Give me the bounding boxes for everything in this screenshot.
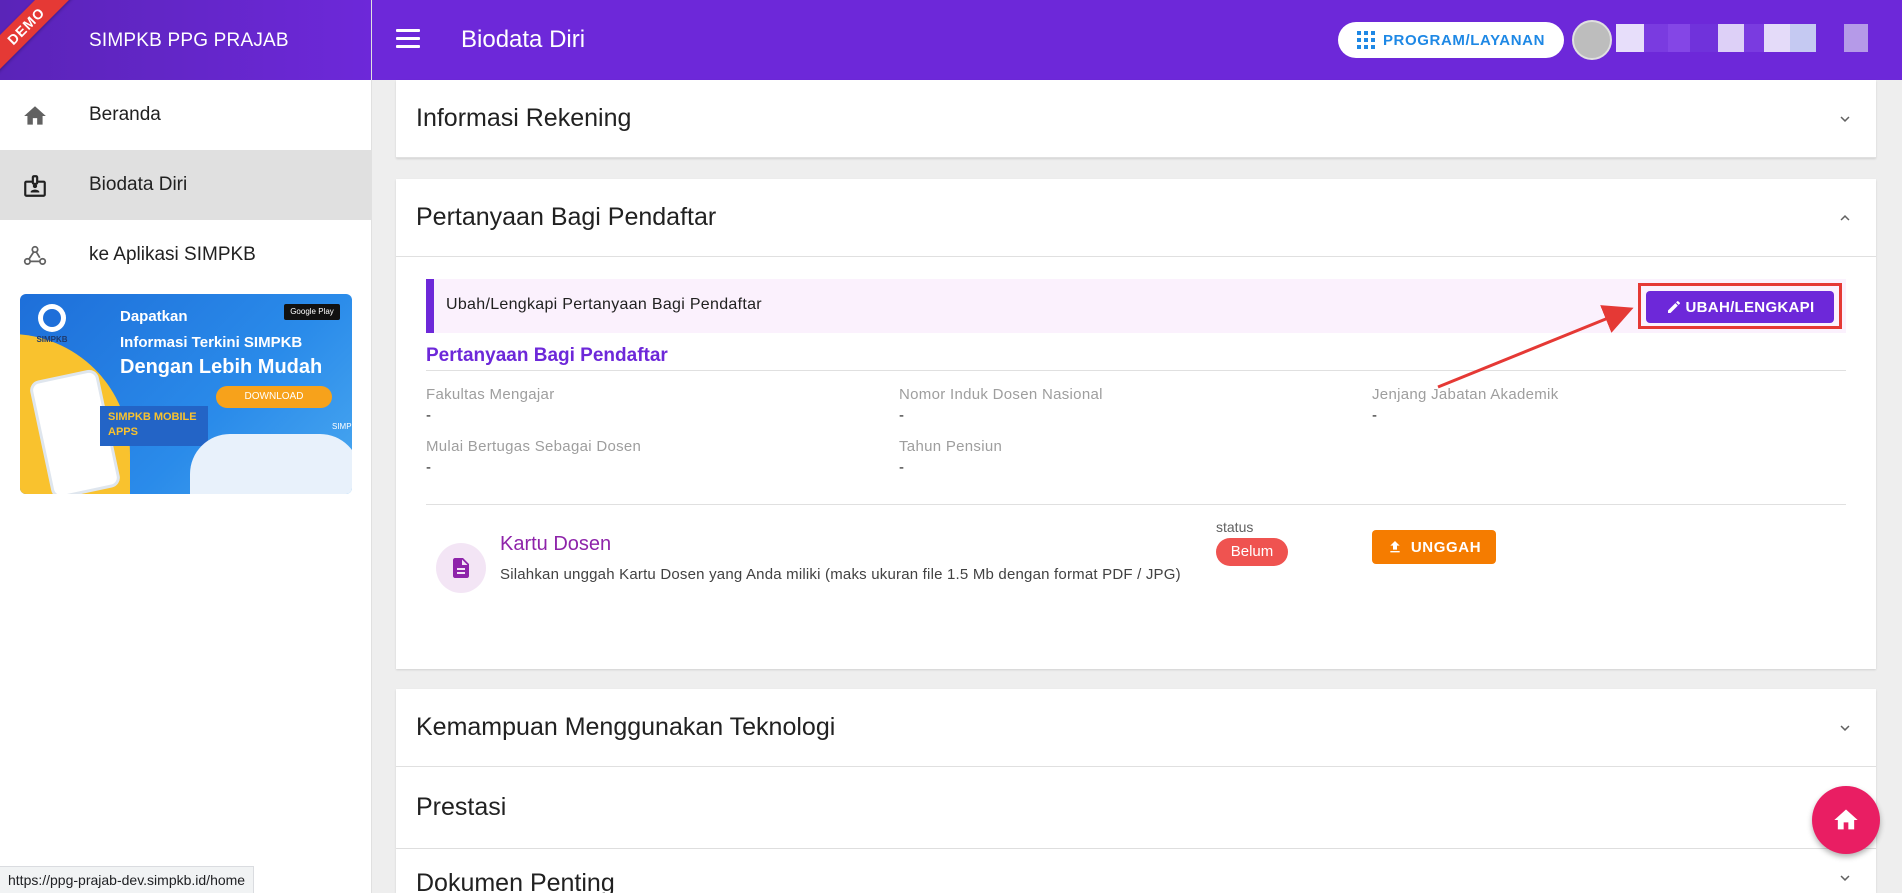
chevron-down-icon xyxy=(1840,875,1850,881)
field-value: - xyxy=(426,407,431,424)
webhook-icon xyxy=(23,245,47,265)
divider xyxy=(426,504,1846,505)
field-value: - xyxy=(899,459,904,476)
document-icon xyxy=(436,543,486,593)
upload-icon xyxy=(1390,541,1400,553)
panel-group-lower: Kemampuan Menggunakan Teknologi Prestasi xyxy=(396,689,1876,849)
sidebar-item-ke-aplikasi-simpkb[interactable]: ke Aplikasi SIMPKB xyxy=(0,220,371,290)
panel-header[interactable]: Dokumen Penting xyxy=(396,849,1876,893)
banner-mobile-apps-label: SIMPKB MOBILE APPS xyxy=(100,406,208,446)
demo-ribbon: DEMO xyxy=(0,0,77,77)
chevron-down-icon xyxy=(1840,116,1850,122)
banner-line-2: Informasi Terkini SIMPKB xyxy=(120,334,303,351)
document-title: Kartu Dosen xyxy=(500,533,612,555)
sidebar-item-biodata-diri[interactable]: Biodata Diri xyxy=(0,150,371,220)
banner-corner-logo: SIMPKB xyxy=(332,422,352,431)
field-nidn: Nomor Induk Dosen Nasional - xyxy=(899,386,1103,424)
sidebar-item-beranda[interactable]: Beranda xyxy=(0,80,371,150)
sidebar: DEMO SIMPKB PPG PRAJAB Beranda Biodata D… xyxy=(0,0,372,893)
edit-notice-banner: Ubah/Lengkapi Pertanyaan Bagi Pendaftar … xyxy=(426,279,1846,333)
chevron-up-icon xyxy=(1840,215,1850,221)
main-content: Informasi Rekening Pertanyaan Bagi Penda… xyxy=(372,80,1902,893)
sidebar-item-label: ke Aplikasi SIMPKB xyxy=(89,244,256,265)
banner-cloud xyxy=(190,434,352,494)
banner-line-3: Dengan Lebih Mudah xyxy=(120,356,323,378)
notice-text: Ubah/Lengkapi Pertanyaan Bagi Pendaftar xyxy=(446,296,762,313)
apps-grid-icon xyxy=(1356,31,1375,49)
status-label: status xyxy=(1216,519,1254,535)
ubah-lengkapi-label: UBAH/LENGKAPI xyxy=(1685,298,1815,316)
sidebar-item-label: Biodata Diri xyxy=(89,174,188,195)
panel-kemampuan-teknologi[interactable]: Kemampuan Menggunakan Teknologi xyxy=(396,689,1876,767)
simpkb-logo-icon: SIMPKB xyxy=(36,304,68,344)
panel-dokumen-penting[interactable]: Dokumen Penting xyxy=(396,849,1876,893)
home-icon xyxy=(1834,809,1858,830)
status-bar-url: https://ppg-prajab-dev.simpkb.id/home xyxy=(0,866,255,893)
mobile-app-banner[interactable]: SIMPKB Dapatkan Informasi Terkini SIMPKB… xyxy=(20,294,352,494)
pencil-icon xyxy=(1667,300,1680,313)
top-app-bar: Biodata Diri PROGRAM/LAYANAN xyxy=(372,0,1902,80)
banner-line-1: Dapatkan xyxy=(120,308,188,325)
panel-title: Informasi Rekening xyxy=(416,104,632,132)
field-label: Fakultas Mengajar xyxy=(426,386,555,403)
divider xyxy=(426,370,1846,371)
chevron-down-icon xyxy=(1840,725,1850,731)
field-fakultas-mengajar: Fakultas Mengajar - xyxy=(426,386,555,424)
panel-title: Dokumen Penting xyxy=(416,869,615,893)
badge-icon xyxy=(24,175,46,197)
panel-prestasi[interactable]: Prestasi xyxy=(396,767,1876,849)
panel-title: Prestasi xyxy=(416,793,507,821)
ubah-lengkapi-button[interactable]: UBAH/LENGKAPI xyxy=(1646,291,1834,323)
unggah-button[interactable]: UNGGAH xyxy=(1372,530,1496,564)
highlight-frame: UBAH/LENGKAPI xyxy=(1638,283,1842,329)
panel-pertanyaan-bagi-pendaftar: Pertanyaan Bagi Pendaftar Ubah/Lengkapi … xyxy=(396,179,1876,669)
brand-title[interactable]: SIMPKB PPG PRAJAB xyxy=(89,30,289,52)
unggah-label: UNGGAH xyxy=(1410,538,1482,556)
panel-title: Pertanyaan Bagi Pendaftar xyxy=(416,203,717,231)
section-title: Pertanyaan Bagi Pendaftar xyxy=(426,345,668,366)
google-play-badge[interactable]: Google Play xyxy=(284,304,340,320)
program-layanan-button[interactable]: PROGRAM/LAYANAN xyxy=(1338,22,1564,58)
panel-title: Kemampuan Menggunakan Teknologi xyxy=(416,713,836,741)
panel-header[interactable]: Pertanyaan Bagi Pendaftar xyxy=(396,179,1876,257)
field-jenjang-jabatan: Jenjang Jabatan Akademik - xyxy=(1372,386,1559,424)
field-tahun-pensiun: Tahun Pensiun - xyxy=(899,438,1002,476)
field-label: Tahun Pensiun xyxy=(899,438,1003,455)
banner-download-button[interactable]: DOWNLOAD xyxy=(216,386,332,408)
field-value: - xyxy=(426,459,431,476)
sidebar-item-label: Beranda xyxy=(89,104,161,125)
field-label: Mulai Bertugas Sebagai Dosen xyxy=(426,438,642,455)
field-mulai-bertugas: Mulai Bertugas Sebagai Dosen - xyxy=(426,438,641,476)
field-value: - xyxy=(899,407,904,424)
panel-informasi-rekening[interactable]: Informasi Rekening xyxy=(396,80,1876,158)
home-fab-button[interactable] xyxy=(1812,786,1880,854)
user-name-redacted[interactable] xyxy=(1616,24,1868,54)
user-avatar[interactable] xyxy=(1572,20,1612,60)
brand-header: DEMO SIMPKB PPG PRAJAB xyxy=(0,0,371,80)
field-value: - xyxy=(1372,407,1377,424)
field-label: Nomor Induk Dosen Nasional xyxy=(899,386,1103,403)
simpkb-logo-text: SIMPKB xyxy=(36,335,67,344)
menu-toggle-icon[interactable] xyxy=(396,29,420,51)
document-description: Silahkan unggah Kartu Dosen yang Anda mi… xyxy=(500,566,1181,583)
status-badge: Belum xyxy=(1216,538,1288,566)
field-label: Jenjang Jabatan Akademik xyxy=(1372,386,1559,403)
home-icon xyxy=(24,106,46,125)
program-layanan-label: PROGRAM/LAYANAN xyxy=(1382,31,1546,49)
panel-header[interactable]: Informasi Rekening xyxy=(396,80,1876,158)
page-title: Biodata Diri xyxy=(461,26,586,53)
